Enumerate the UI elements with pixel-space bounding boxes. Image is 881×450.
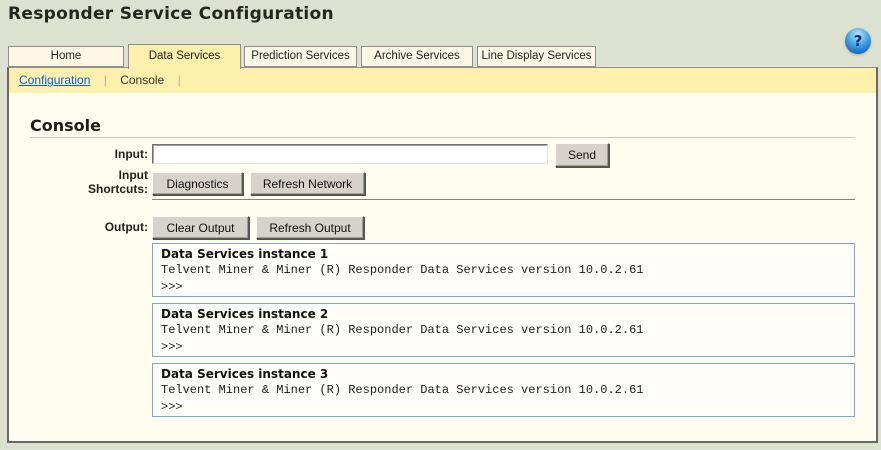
output-panel-prompt: >>> xyxy=(161,339,846,356)
content-panel: Configuration | Console | Console Input:… xyxy=(7,67,878,443)
refresh-network-button[interactable]: Refresh Network xyxy=(250,172,365,195)
page-title: Responder Service Configuration xyxy=(8,4,334,24)
clear-output-button[interactable]: Clear Output xyxy=(152,216,249,239)
output-label: Output: xyxy=(30,220,148,234)
shortcuts-divider xyxy=(152,199,855,200)
tab-line-display-services[interactable]: Line Display Services xyxy=(477,46,596,67)
output-panel-banner: Telvent Miner & Miner (R) Responder Data… xyxy=(161,382,846,399)
console-heading: Console xyxy=(30,116,101,135)
tab-prediction-services[interactable]: Prediction Services xyxy=(244,46,357,67)
tab-data-services[interactable]: Data Services xyxy=(128,44,241,69)
diagnostics-button[interactable]: Diagnostics xyxy=(152,172,243,195)
output-panel-title: Data Services instance 2 xyxy=(161,307,846,322)
output-panel-banner: Telvent Miner & Miner (R) Responder Data… xyxy=(161,322,846,339)
output-panel-instance-1: Data Services instance 1 Telvent Miner &… xyxy=(152,243,855,297)
output-panel-instance-2: Data Services instance 2 Telvent Miner &… xyxy=(152,303,855,357)
subnav-band: Configuration | Console | xyxy=(9,68,876,93)
tab-archive-services[interactable]: Archive Services xyxy=(361,46,473,67)
output-panel-title: Data Services instance 1 xyxy=(161,247,846,262)
send-button[interactable]: Send xyxy=(555,143,609,167)
input-shortcuts-label: Input Shortcuts: xyxy=(30,168,148,196)
subnav-item-console: Console xyxy=(120,73,164,87)
output-panel-prompt: >>> xyxy=(161,399,846,416)
subnav-separator: | xyxy=(104,73,107,87)
tab-home[interactable]: Home xyxy=(8,46,124,67)
console-input-field[interactable] xyxy=(152,144,548,164)
output-panel-instance-3: Data Services instance 3 Telvent Miner &… xyxy=(152,363,855,417)
input-label: Input: xyxy=(30,147,148,161)
refresh-output-button[interactable]: Refresh Output xyxy=(256,216,364,239)
input-shortcuts-label-line2: Shortcuts: xyxy=(30,182,148,196)
output-panel-banner: Telvent Miner & Miner (R) Responder Data… xyxy=(161,262,846,279)
heading-divider xyxy=(30,137,855,138)
output-panel-title: Data Services instance 3 xyxy=(161,367,846,382)
input-shortcuts-label-line1: Input xyxy=(30,168,148,182)
output-panel-prompt: >>> xyxy=(161,279,846,296)
subnav-link-configuration[interactable]: Configuration xyxy=(19,73,90,87)
help-icon[interactable]: ? xyxy=(845,28,871,54)
subnav-separator: | xyxy=(178,73,181,87)
